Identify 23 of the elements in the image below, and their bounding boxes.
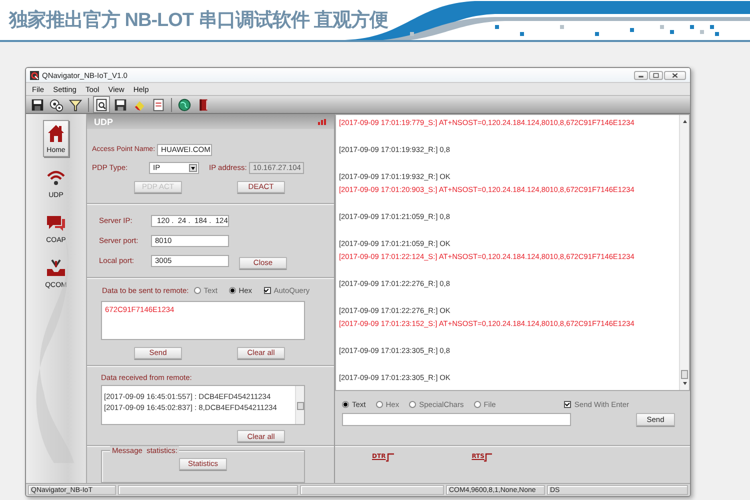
minimize-icon[interactable] bbox=[634, 70, 648, 80]
document-icon bbox=[151, 96, 166, 112]
floppy-icon bbox=[113, 96, 128, 112]
banner-title: 独家推出官方 NB-LOT 串口调试软件 直观方便 bbox=[9, 8, 388, 33]
scrollbar bbox=[295, 386, 304, 424]
wifi-icon bbox=[46, 168, 66, 188]
maximize-icon[interactable] bbox=[649, 70, 663, 80]
save-icon bbox=[30, 96, 45, 112]
close-icon[interactable] bbox=[664, 70, 686, 80]
chat-bubbles-icon bbox=[46, 213, 66, 233]
panel-title: UDP bbox=[94, 116, 114, 126]
pulse-line-icon bbox=[386, 453, 394, 462]
gears-icon bbox=[49, 96, 64, 112]
document-search-icon bbox=[94, 96, 109, 112]
globe-icon bbox=[177, 96, 192, 112]
app-logo-icon bbox=[30, 70, 39, 80]
pulse-line-icon bbox=[484, 453, 492, 462]
signal-bars-icon bbox=[318, 118, 326, 124]
toolbar-button[interactable] bbox=[93, 96, 110, 113]
inbox-tray-icon bbox=[46, 258, 66, 278]
toolbar-button[interactable] bbox=[176, 96, 193, 113]
message-input[interactable] bbox=[342, 413, 571, 426]
home-icon bbox=[46, 123, 66, 143]
